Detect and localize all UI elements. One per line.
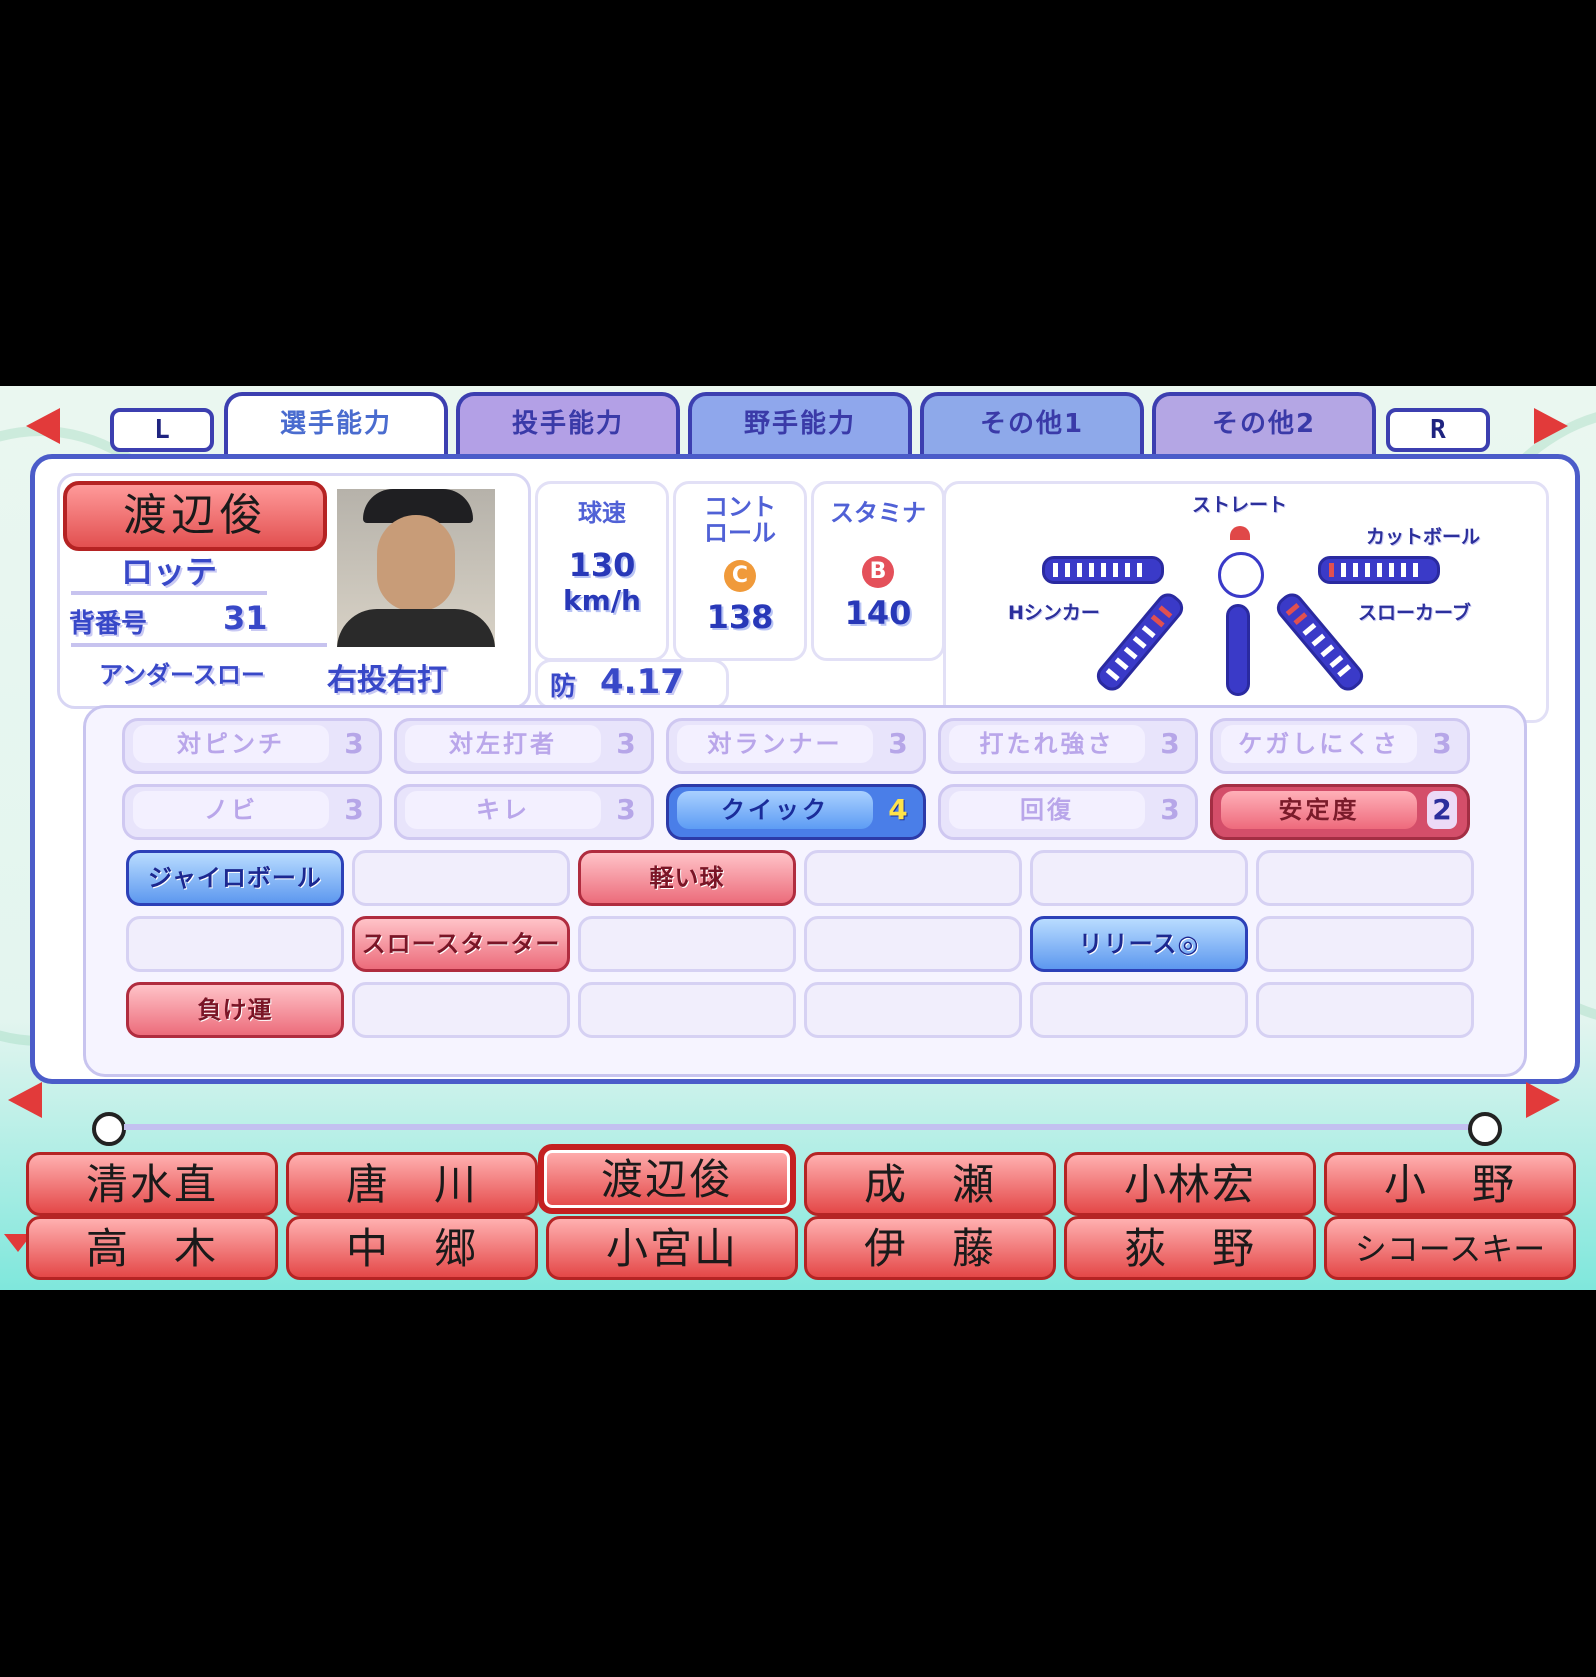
control-title-2: ロール bbox=[704, 519, 776, 547]
era-value: 4.17 bbox=[600, 662, 684, 702]
straight-marker bbox=[1230, 526, 1250, 540]
square-button-icon[interactable] bbox=[92, 1112, 126, 1146]
tab-other1[interactable]: その他1 bbox=[920, 392, 1144, 454]
stamina-value: 140 bbox=[844, 594, 912, 632]
roster-player[interactable]: 成 瀬 bbox=[804, 1152, 1056, 1216]
special-lose-luck[interactable]: 負け運 bbox=[126, 982, 344, 1038]
speed-unit: km/h bbox=[563, 584, 641, 617]
control-rank: C bbox=[724, 560, 756, 592]
cutball-bar bbox=[1318, 556, 1440, 584]
hsinker-bar bbox=[1091, 588, 1189, 696]
right-arrow-icon[interactable] bbox=[1534, 408, 1568, 444]
special-slot-empty[interactable] bbox=[352, 982, 570, 1038]
left-bar bbox=[1042, 556, 1164, 584]
roster-player[interactable]: 高 木 bbox=[26, 1216, 278, 1280]
ability-stability[interactable]: 安定度 2 bbox=[1210, 784, 1470, 840]
roster-player[interactable]: 荻 野 bbox=[1064, 1216, 1316, 1280]
ability-vs-runner[interactable]: 対ランナー 3 bbox=[666, 718, 926, 774]
control-card: コント ロール C 138 bbox=[673, 481, 807, 661]
special-slow-starter[interactable]: スロースターター bbox=[352, 916, 570, 972]
special-slot-empty[interactable] bbox=[1030, 982, 1248, 1038]
ability-vs-lefty[interactable]: 対左打者 3 bbox=[394, 718, 654, 774]
ball-icon bbox=[1218, 552, 1264, 598]
ability-vs-pinch[interactable]: 対ピンチ 3 bbox=[122, 718, 382, 774]
ability-kire[interactable]: キレ 3 bbox=[394, 784, 654, 840]
uniform-number: 31 bbox=[223, 599, 268, 637]
divider bbox=[71, 643, 327, 647]
tab-other2[interactable]: その他2 bbox=[1152, 392, 1376, 454]
special-slot-empty[interactable] bbox=[352, 850, 570, 906]
special-release[interactable]: リリース◎ bbox=[1030, 916, 1248, 972]
player-panel: 渡辺俊 ロッテ 背番号 31 アンダースロー 右投右打 球速 130 km/h … bbox=[30, 454, 1580, 1084]
control-title-1: コント bbox=[704, 493, 776, 521]
straight-label: ストレート bbox=[1192, 494, 1288, 516]
speed-card: 球速 130 km/h bbox=[535, 481, 669, 661]
right-arrow-icon[interactable] bbox=[1526, 1082, 1560, 1118]
left-arrow-icon[interactable] bbox=[8, 1082, 42, 1118]
special-light-ball[interactable]: 軽い球 bbox=[578, 850, 796, 906]
roster-player[interactable]: 小林宏 bbox=[1064, 1152, 1316, 1216]
scroll-track bbox=[124, 1124, 1470, 1130]
number-label: 背番号 bbox=[69, 609, 148, 639]
special-slot-empty[interactable] bbox=[1256, 916, 1474, 972]
triangle-button-icon[interactable] bbox=[1468, 1112, 1502, 1146]
ability-nobi[interactable]: ノビ 3 bbox=[122, 784, 382, 840]
pitch-chart: ストレート カットボール Hシンカー スローカーブ bbox=[943, 481, 1549, 723]
roster-player[interactable]: 小宮山 bbox=[546, 1216, 798, 1280]
special-slot-empty[interactable] bbox=[804, 916, 1022, 972]
r-shoulder-button[interactable]: R bbox=[1386, 408, 1490, 452]
throwing-style: アンダースロー bbox=[99, 661, 265, 689]
team-name: ロッテ bbox=[121, 553, 218, 591]
roster-player[interactable]: 唐 川 bbox=[286, 1152, 538, 1216]
game-screen: L 選手能力 投手能力 野手能力 その他1 その他2 R 渡辺俊 ロッテ 背番号… bbox=[0, 386, 1596, 1290]
stamina-title: スタミナ bbox=[830, 499, 926, 527]
ability-toughness[interactable]: 打たれ強さ 3 bbox=[938, 718, 1198, 774]
ability-recovery[interactable]: 回復 3 bbox=[938, 784, 1198, 840]
ability-grid: 対ピンチ 3 対左打者 3 対ランナー 3 打たれ強さ 3 ケガしにくさ 3 ノビ 3 キレ… bbox=[83, 705, 1527, 1077]
roster-player[interactable]: 中 郷 bbox=[286, 1216, 538, 1280]
cutball-label: カットボール bbox=[1366, 526, 1481, 548]
special-slot-empty[interactable] bbox=[578, 916, 796, 972]
left-arrow-icon[interactable] bbox=[26, 408, 60, 444]
special-slot-empty[interactable] bbox=[1256, 982, 1474, 1038]
straight-bar bbox=[1226, 604, 1250, 696]
roster-player[interactable]: 清水直 bbox=[26, 1152, 278, 1216]
tab-pitcher-ability[interactable]: 投手能力 bbox=[456, 392, 680, 454]
era-box: 防 4.17 bbox=[535, 659, 729, 709]
bat-throw-hand: 右投右打 bbox=[327, 663, 447, 698]
stamina-rank: B bbox=[862, 556, 894, 588]
special-slot-empty[interactable] bbox=[1256, 850, 1474, 906]
speed-title: 球速 bbox=[578, 499, 626, 527]
special-slot-empty[interactable] bbox=[126, 916, 344, 972]
special-slot-empty[interactable] bbox=[578, 982, 796, 1038]
special-gyroball[interactable]: ジャイロボール bbox=[126, 850, 344, 906]
divider bbox=[71, 591, 267, 595]
special-slot-empty[interactable] bbox=[804, 982, 1022, 1038]
roster-player[interactable]: 小 野 bbox=[1324, 1152, 1576, 1216]
control-value: 138 bbox=[706, 598, 774, 636]
ability-injury[interactable]: ケガしにくさ 3 bbox=[1210, 718, 1470, 774]
player-name: 渡辺俊 bbox=[63, 481, 327, 551]
tab-fielder-ability[interactable]: 野手能力 bbox=[688, 392, 912, 454]
tab-player-ability[interactable]: 選手能力 bbox=[224, 392, 448, 462]
special-slot-empty[interactable] bbox=[1030, 850, 1248, 906]
roster-player[interactable]: シコースキー bbox=[1324, 1216, 1576, 1280]
l-shoulder-button[interactable]: L bbox=[110, 408, 214, 452]
roster-player[interactable]: 伊 藤 bbox=[804, 1216, 1056, 1280]
special-slot-empty[interactable] bbox=[804, 850, 1022, 906]
slowcurve-label: スローカーブ bbox=[1358, 602, 1471, 624]
ability-quick[interactable]: クイック 4 bbox=[666, 784, 926, 840]
player-photo bbox=[337, 489, 495, 647]
era-label: 防 bbox=[550, 672, 577, 702]
slowcurve-bar bbox=[1271, 588, 1369, 696]
speed-value: 130 bbox=[568, 546, 636, 584]
roster-player-selected[interactable]: 渡辺俊 bbox=[538, 1144, 796, 1214]
hsinker-label: Hシンカー bbox=[1008, 602, 1100, 624]
stamina-card: スタミナ B 140 bbox=[811, 481, 945, 661]
